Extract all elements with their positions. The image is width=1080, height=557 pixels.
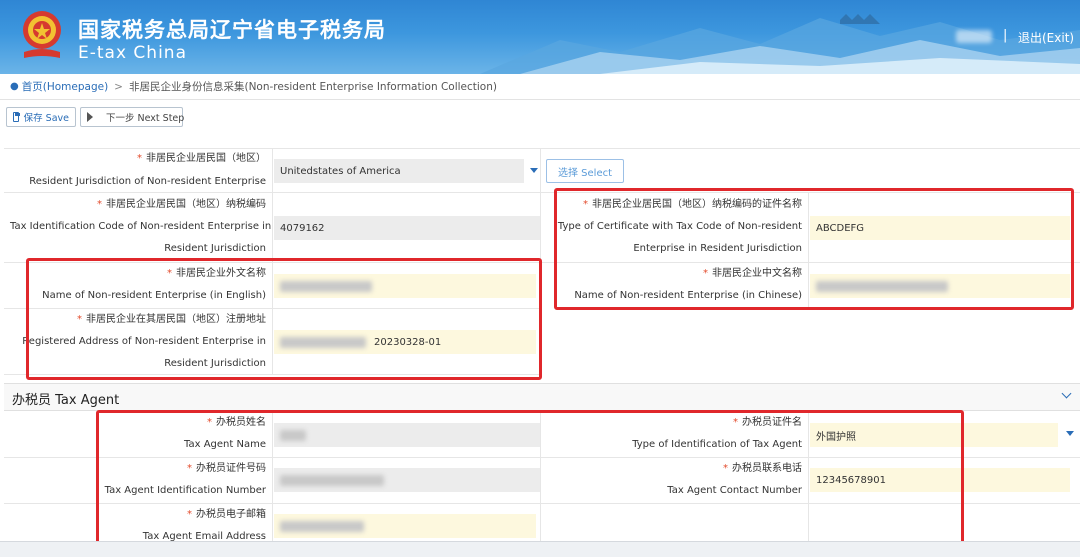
agent-id-type-select[interactable]: 外国护照 (810, 423, 1058, 447)
agent-id-type-label-en: Type of Identification of Tax Agent (632, 439, 802, 450)
toolbar: 保存 Save 下一步 Next Step (0, 100, 1080, 140)
agent-name-label-cn: * 办税员姓名 (207, 417, 266, 428)
tax-id-field[interactable]: 4079162 (274, 216, 540, 240)
grid-line (272, 412, 273, 542)
agent-id-number-field[interactable] (274, 468, 540, 492)
tax-emblem-icon (23, 11, 61, 58)
next-arrow-icon (87, 112, 93, 122)
agent-name-field[interactable] (274, 423, 540, 447)
bottom-bar (0, 541, 1080, 557)
site-title-cn: 国家税务总局辽宁省电子税务局 (78, 18, 386, 42)
breadcrumb: ● 首页(Homepage) > 非居民企业身份信息采集(Non-residen… (0, 74, 1080, 100)
agent-id-type-label-cn: * 办税员证件名 (733, 417, 802, 428)
agent-phone-label-cn: * 办税员联系电话 (723, 463, 802, 474)
chevron-down-icon[interactable] (530, 168, 538, 173)
section-title: 办税员 Tax Agent (12, 393, 120, 408)
header-separator: | (1003, 28, 1008, 43)
agent-email-field[interactable] (274, 514, 536, 538)
grid-line (540, 412, 541, 542)
name-en-field[interactable] (274, 274, 536, 298)
tax-id-label-cn: * 非居民企业居民国（地区）纳税编码 (97, 199, 266, 210)
grid-line (272, 148, 273, 375)
address-field[interactable]: 20230328-01 (274, 330, 536, 354)
breadcrumb-separator: > (114, 80, 123, 93)
name-cn-field[interactable] (810, 274, 1070, 298)
jurisdiction-label-en: Resident Jurisdiction of Non-resident En… (29, 176, 266, 187)
next-step-label: 下一步 Next Step (106, 113, 185, 124)
agent-email-label-cn: * 办税员电子邮箱 (187, 509, 266, 520)
grid-line (540, 148, 541, 375)
save-button[interactable]: 保存 Save (6, 107, 76, 127)
agent-name-label-en: Tax Agent Name (184, 439, 266, 450)
exit-link[interactable]: 退出(Exit) (1018, 29, 1074, 46)
jurisdiction-select[interactable]: Unitedstates of America (274, 159, 524, 183)
location-pin-icon: ● (10, 81, 19, 92)
chevron-down-icon[interactable] (1066, 431, 1074, 436)
next-step-button[interactable]: 下一步 Next Step (80, 107, 185, 127)
agent-id-number-label-cn: * 办税员证件号码 (187, 463, 266, 474)
tax-agent-section-header[interactable]: 办税员 Tax Agent (4, 383, 1080, 411)
cert-type-field[interactable]: ABCDEFG (810, 216, 1070, 240)
address-value: 20230328-01 (374, 336, 442, 348)
name-en-label-cn: * 非居民企业外文名称 (167, 268, 266, 279)
address-label-en2: Resident Jurisdiction (164, 358, 266, 369)
site-title-en: E-tax China (78, 43, 187, 63)
user-name-redacted (956, 30, 992, 43)
breadcrumb-home-link[interactable]: 首页(Homepage) (22, 79, 108, 94)
address-label-cn: * 非居民企业在其居民国（地区）注册地址 (77, 314, 266, 325)
save-button-label: 保存 Save (23, 113, 69, 124)
name-cn-label-en: Name of Non-resident Enterprise (in Chin… (574, 290, 802, 301)
jurisdiction-label-cn: * 非居民企业居民国（地区） (137, 153, 266, 164)
agent-phone-field[interactable]: 12345678901 (810, 468, 1070, 492)
cert-type-label-cn: * 非居民企业居民国（地区）纳税编码的证件名称 (583, 199, 802, 210)
breadcrumb-current: 非居民企业身份信息采集(Non-resident Enterprise Info… (128, 81, 497, 93)
tax-id-label-en2: Resident Jurisdiction (164, 243, 266, 254)
grid-line (808, 192, 809, 308)
tax-id-label-en1: Tax Identification Code of Non-resident … (10, 221, 272, 232)
address-label-en1: Registered Address of Non-resident Enter… (22, 336, 266, 347)
cert-type-label-en2: Enterprise in Resident Jurisdiction (633, 243, 802, 254)
agent-id-number-label-en: Tax Agent Identification Number (104, 485, 266, 496)
cert-type-label-en1: Type of Certificate with Tax Code of Non… (557, 221, 802, 232)
chevron-down-icon[interactable] (1061, 388, 1072, 399)
name-en-label-en: Name of Non-resident Enterprise (in Engl… (42, 290, 266, 301)
agent-phone-label-en: Tax Agent Contact Number (667, 485, 802, 496)
site-header: 国家税务总局辽宁省电子税务局 E-tax China | 退出(Exit) (0, 0, 1080, 74)
name-cn-label-cn: * 非居民企业中文名称 (703, 268, 802, 279)
save-disk-icon (13, 112, 20, 122)
select-button[interactable]: 选择 Select (546, 159, 624, 183)
grid-line (808, 412, 809, 542)
